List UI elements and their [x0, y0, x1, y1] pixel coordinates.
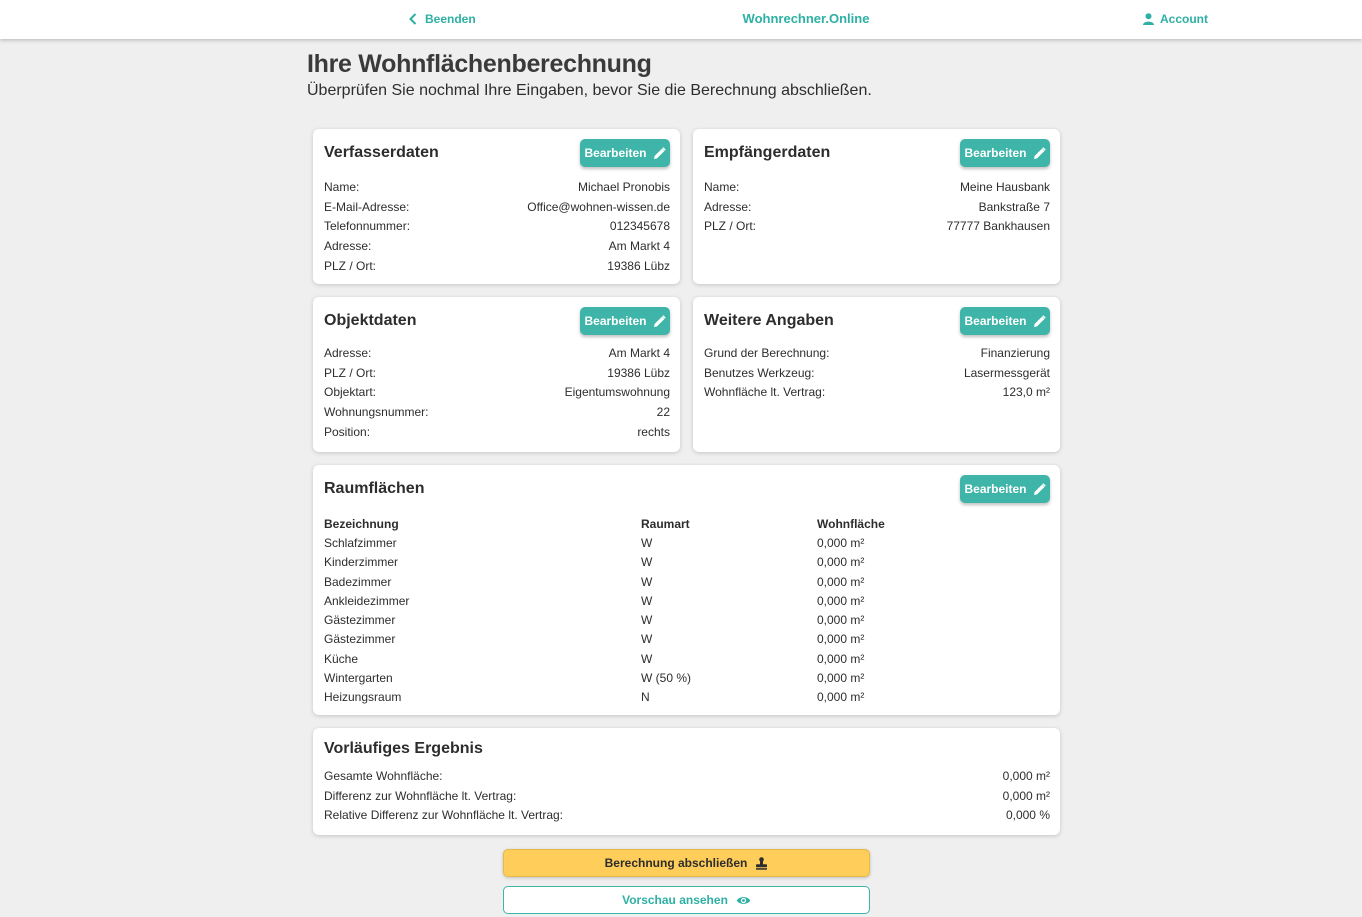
table-row: Gästezimmer W 0,000 m²	[324, 632, 865, 647]
objekt-row: Adresse: Am Markt 4	[324, 345, 670, 360]
empfaenger-row: Adresse: Bankstraße 7	[704, 199, 1050, 214]
edit-empfaenger-button[interactable]: Bearbeiten	[960, 139, 1050, 167]
raum-table: Bezeichnung Raumart Wohnfläche Schlafzim…	[324, 514, 1050, 707]
edit-verfasser-button[interactable]: Bearbeiten	[580, 139, 670, 167]
verfasser-row: PLZ / Ort: 19386 Lübz	[324, 258, 670, 273]
page-subtitle: Überprüfen Sie nochmal Ihre Eingaben, be…	[307, 82, 872, 99]
page-title: Ihre Wohnflächenberechnung	[307, 50, 652, 78]
finish-calculation-button[interactable]: Berechnung abschließen	[503, 849, 870, 877]
objekt-row: Wohnungsnummer: 22	[324, 404, 670, 419]
verfasser-row: Name: Michael Pronobis	[324, 179, 670, 194]
top-bar: Beenden Wohnrechner.Online Account	[0, 0, 1362, 39]
table-row: Kinderzimmer W 0,000 m²	[324, 555, 865, 570]
pencil-icon	[653, 146, 666, 160]
objekt-row: Objektart: Eigentumswohnung	[324, 385, 670, 400]
edit-raum-button[interactable]: Bearbeiten	[960, 475, 1050, 503]
table-header: Bezeichnung Raumart Wohnfläche	[324, 516, 885, 531]
user-icon	[1143, 13, 1154, 25]
verfasser-row: E-Mail-Adresse: Office@wohnen-wissen.de	[324, 199, 670, 214]
pencil-icon	[653, 314, 666, 328]
table-row: Küche W 0,000 m²	[324, 651, 865, 666]
weitere-card: Weitere Angaben Bearbeiten Grund der Ber…	[693, 297, 1060, 452]
objekt-card: Objektdaten Bearbeiten Adresse: Am Markt …	[313, 297, 680, 452]
empfaenger-fields: Name: Meine Hausbank Adresse: Bankstraße 7…	[704, 177, 1050, 236]
ergebnis-row: Differenz zur Wohnfläche lt. Vertrag: 0,0…	[324, 788, 1050, 803]
edit-objekt-button[interactable]: Bearbeiten	[580, 307, 670, 335]
verfasser-row: Adresse: Am Markt 4	[324, 238, 670, 253]
ergebnis-title: Vorläufiges Ergebnis	[324, 740, 483, 757]
table-row: Heizungsraum N 0,000 m²	[324, 690, 865, 705]
account-label: Account	[1160, 12, 1208, 26]
preview-button[interactable]: Vorschau ansehen	[503, 886, 870, 914]
pencil-icon	[1033, 482, 1046, 496]
verfasser-title: Verfasserdaten	[324, 144, 439, 161]
pencil-icon	[1033, 146, 1046, 160]
table-row: Ankleidezimmer W 0,000 m²	[324, 593, 865, 608]
objekt-row: PLZ / Ort: 19386 Lübz	[324, 365, 670, 380]
eye-icon	[736, 895, 751, 906]
verfasser-fields: Name: Michael Pronobis E-Mail-Adresse: Off…	[324, 177, 670, 275]
pencil-icon	[1033, 314, 1046, 328]
raum-title: Raumflächen	[324, 480, 425, 497]
objekt-row: Position: rechts	[324, 424, 670, 439]
empfaenger-card: Empfängerdaten Bearbeiten Name: Meine Hau…	[693, 129, 1060, 284]
table-row: Badezimmer W 0,000 m²	[324, 574, 865, 589]
table-row: Schlafzimmer W 0,000 m²	[324, 535, 865, 550]
objekt-title: Objektdaten	[324, 312, 417, 329]
table-row: Gästezimmer W 0,000 m²	[324, 613, 865, 628]
ergebnis-row: Gesamte Wohnfläche: 0,000 m²	[324, 768, 1050, 783]
weitere-row: Wohnfläche lt. Vertrag: 123,0 m²	[704, 385, 1050, 400]
stamp-icon	[755, 856, 768, 870]
empfaenger-row: Name: Meine Hausbank	[704, 179, 1050, 194]
weitere-title: Weitere Angaben	[704, 312, 834, 329]
verfasser-card: Verfasserdaten Bearbeiten Name: Michael P…	[313, 129, 680, 284]
weitere-fields: Grund der Berechnung: Finanzierung Benutz…	[704, 343, 1050, 402]
ergebnis-row: Relative Differenz zur Wohnfläche lt. Ve…	[324, 808, 1050, 823]
ergebnis-fields: Gesamte Wohnfläche: 0,000 m² Differenz zu…	[324, 766, 1050, 825]
account-button[interactable]: Account	[1143, 10, 1208, 28]
table-row: Wintergarten W (50 %) 0,000 m²	[324, 671, 865, 686]
weitere-row: Benutzes Werkzeug: Lasermessgerät	[704, 365, 1050, 380]
edit-weitere-button[interactable]: Bearbeiten	[960, 307, 1050, 335]
empfaenger-title: Empfängerdaten	[704, 144, 831, 161]
objekt-fields: Adresse: Am Markt 4 PLZ / Ort: 19386 Lübz …	[324, 343, 670, 441]
verfasser-row: Telefonnummer: 012345678	[324, 219, 670, 234]
empfaenger-row: PLZ / Ort: 77777 Bankhausen	[704, 219, 1050, 234]
weitere-row: Grund der Berechnung: Finanzierung	[704, 345, 1050, 360]
raum-card: Raumflächen Bearbeiten Bezeichnung Rauma…	[313, 465, 1060, 715]
ergebnis-card: Vorläufiges Ergebnis Gesamte Wohnfläche:…	[313, 728, 1060, 835]
